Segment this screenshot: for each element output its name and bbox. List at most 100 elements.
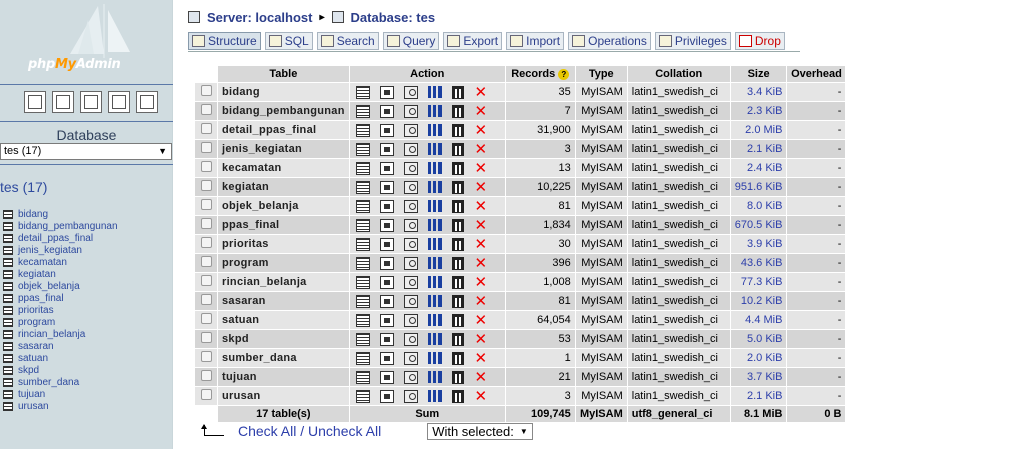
structure-icon[interactable] bbox=[379, 218, 394, 232]
row-checkbox[interactable] bbox=[195, 330, 217, 348]
table-icon[interactable] bbox=[3, 317, 13, 327]
sidebar-table-item[interactable]: bidang bbox=[3, 208, 118, 220]
size-link[interactable]: 3.4 KiB bbox=[730, 83, 787, 101]
table-icon[interactable] bbox=[3, 281, 13, 291]
empty-icon[interactable] bbox=[451, 104, 464, 118]
insert-icon[interactable] bbox=[427, 314, 442, 326]
size-link[interactable]: 2.1 KiB bbox=[730, 140, 787, 158]
table-name-link[interactable]: rincian_belanja bbox=[218, 273, 349, 291]
sidebar-table-item[interactable]: urusan bbox=[3, 400, 118, 412]
empty-icon[interactable] bbox=[451, 275, 464, 289]
table-name-link[interactable]: prioritas bbox=[218, 235, 349, 253]
row-checkbox[interactable] bbox=[195, 273, 217, 291]
row-checkbox[interactable] bbox=[195, 368, 217, 386]
row-checkbox[interactable] bbox=[195, 83, 217, 101]
empty-icon[interactable] bbox=[451, 199, 464, 213]
empty-icon[interactable] bbox=[451, 85, 464, 99]
row-checkbox[interactable] bbox=[195, 235, 217, 253]
table-name-link[interactable]: satuan bbox=[218, 311, 349, 329]
browse-icon[interactable] bbox=[355, 389, 370, 403]
insert-icon[interactable] bbox=[427, 124, 442, 136]
query-window-icon[interactable] bbox=[52, 91, 74, 113]
sidebar-table-label[interactable]: kegiatan bbox=[18, 269, 56, 280]
insert-icon[interactable] bbox=[427, 181, 442, 193]
sidebar-table-label[interactable]: skpd bbox=[18, 365, 39, 376]
browse-icon[interactable] bbox=[355, 332, 370, 346]
structure-icon[interactable] bbox=[379, 370, 394, 384]
drop-icon[interactable]: ✕ bbox=[474, 141, 488, 156]
search-icon[interactable] bbox=[403, 351, 418, 365]
browse-icon[interactable] bbox=[355, 142, 370, 156]
insert-icon[interactable] bbox=[427, 295, 442, 307]
table-name-link[interactable]: ppas_final bbox=[218, 216, 349, 234]
browse-icon[interactable] bbox=[355, 256, 370, 270]
sidebar-table-item[interactable]: tujuan bbox=[3, 388, 118, 400]
col-table[interactable]: Table bbox=[218, 66, 349, 82]
table-icon[interactable] bbox=[3, 329, 13, 339]
browse-icon[interactable] bbox=[355, 275, 370, 289]
row-checkbox[interactable] bbox=[195, 216, 217, 234]
table-name-link[interactable]: tujuan bbox=[218, 368, 349, 386]
insert-icon[interactable] bbox=[427, 352, 442, 364]
table-icon[interactable] bbox=[3, 305, 13, 315]
insert-icon[interactable] bbox=[427, 143, 442, 155]
search-icon[interactable] bbox=[403, 370, 418, 384]
tab-import[interactable]: Import bbox=[506, 32, 565, 50]
structure-icon[interactable] bbox=[379, 123, 394, 137]
browse-icon[interactable] bbox=[355, 104, 370, 118]
insert-icon[interactable] bbox=[427, 333, 442, 345]
col-overhead[interactable]: Overhead bbox=[787, 66, 846, 82]
search-icon[interactable] bbox=[403, 256, 418, 270]
row-checkbox[interactable] bbox=[195, 292, 217, 310]
size-link[interactable]: 5.0 KiB bbox=[730, 330, 787, 348]
table-name-link[interactable]: sumber_dana bbox=[218, 349, 349, 367]
row-checkbox[interactable] bbox=[195, 254, 217, 272]
drop-icon[interactable]: ✕ bbox=[474, 179, 488, 194]
browse-icon[interactable] bbox=[355, 237, 370, 251]
table-name-link[interactable]: kecamatan bbox=[218, 159, 349, 177]
check-all-link[interactable]: Check All bbox=[238, 423, 296, 439]
size-link[interactable]: 4.4 MiB bbox=[730, 311, 787, 329]
browse-icon[interactable] bbox=[355, 180, 370, 194]
breadcrumb-database-link[interactable]: Database: tes bbox=[351, 10, 436, 25]
help-icon[interactable]: ? bbox=[558, 68, 570, 80]
sidebar-table-item[interactable]: jenis_kegiatan bbox=[3, 244, 118, 256]
drop-icon[interactable]: ✕ bbox=[474, 198, 488, 213]
insert-icon[interactable] bbox=[427, 371, 442, 383]
drop-icon[interactable]: ✕ bbox=[474, 274, 488, 289]
table-name-link[interactable]: jenis_kegiatan bbox=[218, 140, 349, 158]
table-icon[interactable] bbox=[3, 233, 13, 243]
structure-icon[interactable] bbox=[379, 389, 394, 403]
size-link[interactable]: 670.5 KiB bbox=[730, 216, 787, 234]
browse-icon[interactable] bbox=[355, 85, 370, 99]
empty-icon[interactable] bbox=[451, 142, 464, 156]
empty-icon[interactable] bbox=[451, 332, 464, 346]
size-link[interactable]: 10.2 KiB bbox=[730, 292, 787, 310]
sidebar-table-label[interactable]: program bbox=[18, 317, 55, 328]
drop-icon[interactable]: ✕ bbox=[474, 388, 488, 403]
sidebar-table-item[interactable]: skpd bbox=[3, 364, 118, 376]
browse-icon[interactable] bbox=[355, 294, 370, 308]
sidebar-table-item[interactable]: ppas_final bbox=[3, 292, 118, 304]
row-checkbox[interactable] bbox=[195, 159, 217, 177]
structure-icon[interactable] bbox=[379, 199, 394, 213]
insert-icon[interactable] bbox=[427, 276, 442, 288]
size-link[interactable]: 8.0 KiB bbox=[730, 197, 787, 215]
sidebar-table-label[interactable]: bidang bbox=[18, 209, 48, 220]
empty-icon[interactable] bbox=[451, 313, 464, 327]
home-icon[interactable] bbox=[24, 91, 46, 113]
insert-icon[interactable] bbox=[427, 105, 442, 117]
sidebar-table-item[interactable]: rincian_belanja bbox=[3, 328, 118, 340]
browse-icon[interactable] bbox=[355, 351, 370, 365]
browse-icon[interactable] bbox=[355, 161, 370, 175]
uncheck-all-link[interactable]: Uncheck All bbox=[308, 423, 381, 439]
empty-icon[interactable] bbox=[451, 161, 464, 175]
table-icon[interactable] bbox=[3, 353, 13, 363]
sidebar-table-label[interactable]: objek_belanja bbox=[18, 281, 80, 292]
row-checkbox[interactable] bbox=[195, 178, 217, 196]
browse-icon[interactable] bbox=[355, 370, 370, 384]
tab-drop[interactable]: Drop bbox=[734, 32, 785, 50]
size-link[interactable]: 3.9 KiB bbox=[730, 235, 787, 253]
empty-icon[interactable] bbox=[451, 256, 464, 270]
empty-icon[interactable] bbox=[451, 294, 464, 308]
